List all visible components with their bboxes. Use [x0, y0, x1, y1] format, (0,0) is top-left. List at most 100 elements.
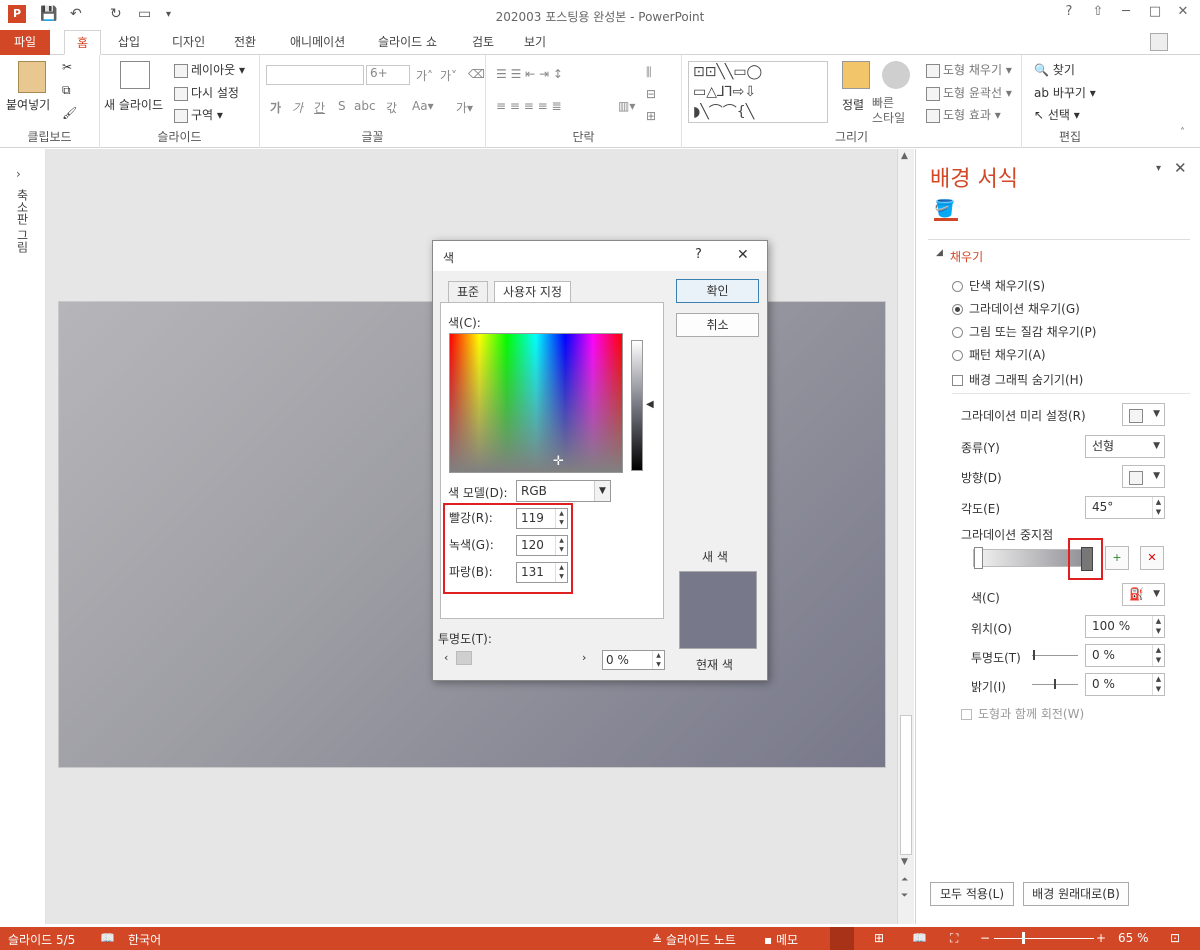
dialog-close-button[interactable]: ✕: [737, 247, 749, 263]
green-input[interactable]: 120 ▲ ▼: [516, 535, 568, 556]
apply-all-button[interactable]: 모두 적용(L): [930, 882, 1014, 906]
new-slide-icon[interactable]: [120, 61, 150, 89]
spinner-icon[interactable]: ▲ ▼: [1152, 645, 1164, 666]
smartart-icon[interactable]: ⊞: [646, 109, 656, 123]
direction-dropdown[interactable]: ▼: [1122, 465, 1165, 488]
thumbnail-strip[interactable]: › 축소판 그림: [0, 149, 46, 924]
pane-scroll-area[interactable]: [1182, 167, 1192, 867]
bullets-icon[interactable]: ☰ ☰ ⇤ ⇥ ↕: [496, 67, 563, 81]
italic-icon[interactable]: 가: [292, 99, 303, 116]
zoom-slider[interactable]: [994, 938, 1094, 939]
font-size-dropdown[interactable]: 6+: [366, 65, 410, 85]
select-button[interactable]: ↖ 선택 ▾: [1034, 106, 1080, 123]
tab-design[interactable]: 디자인: [160, 30, 217, 55]
tab-file[interactable]: 파일: [0, 30, 50, 55]
radio-gradient-fill[interactable]: 그라데이션 채우기(G): [952, 300, 1080, 317]
font-name-dropdown[interactable]: [266, 65, 364, 85]
help-button[interactable]: ?: [1057, 4, 1081, 24]
tab-home[interactable]: 홈: [64, 30, 102, 55]
type-dropdown[interactable]: 선형 ▼: [1085, 435, 1165, 458]
shape-outline-button[interactable]: 도형 윤곽선 ▾: [926, 84, 1012, 101]
comments-button[interactable]: ▪ 메모: [764, 931, 798, 948]
red-input[interactable]: 119 ▲ ▼: [516, 508, 568, 529]
next-slide-icon[interactable]: ⏷: [901, 891, 908, 901]
transparency-input[interactable]: 0 % ▲ ▼: [1085, 644, 1165, 667]
grow-font-icon[interactable]: 가˄: [416, 67, 433, 84]
spacing-icon[interactable]: 갃: [386, 99, 397, 116]
pane-options-icon[interactable]: ▾: [1156, 163, 1161, 174]
shapes-gallery[interactable]: ⊡⊡╲╲▭◯ ▭△⅃⅂⇨⇩ ◗╲⌒⌒{╲: [688, 61, 828, 123]
tab-insert[interactable]: 삽입: [106, 30, 152, 55]
collapse-ribbon-icon[interactable]: ˄: [1180, 127, 1185, 138]
slide-sorter-icon[interactable]: ⊞: [874, 931, 884, 945]
paste-icon[interactable]: [18, 61, 46, 93]
gradient-stop-start[interactable]: [974, 547, 983, 569]
position-input[interactable]: 100 % ▲ ▼: [1085, 615, 1165, 638]
color-dropdown[interactable]: ⛽ ▼: [1122, 583, 1165, 606]
expand-thumbnails-icon[interactable]: ›: [16, 167, 21, 181]
prev-slide-icon[interactable]: ⏶: [901, 875, 908, 885]
font-color-icon[interactable]: 가▾: [456, 99, 473, 116]
underline-icon[interactable]: 간: [314, 99, 325, 116]
rotate-with-shape-checkbox[interactable]: 도형과 함께 회전(W): [961, 705, 1084, 722]
dialog-transparency-thumb[interactable]: [456, 651, 472, 665]
find-button[interactable]: 🔍 찾기: [1034, 61, 1075, 78]
spelling-icon[interactable]: 📖: [100, 931, 115, 945]
format-painter-icon[interactable]: 🖌: [62, 106, 77, 120]
brightness-slider-thumb[interactable]: [1054, 679, 1056, 689]
angle-input[interactable]: 45° ▲ ▼: [1085, 496, 1165, 519]
transparency-slider-thumb[interactable]: [1033, 650, 1035, 660]
spinner-icon[interactable]: ▲ ▼: [1152, 497, 1164, 518]
paste-button[interactable]: 붙여넣기: [6, 96, 50, 113]
shape-fill-button[interactable]: 도형 채우기 ▾: [926, 61, 1012, 78]
align-text-icon[interactable]: ⊟: [646, 87, 656, 101]
remove-stop-icon[interactable]: ✕: [1140, 546, 1164, 570]
bold-icon[interactable]: 가: [270, 99, 281, 116]
clear-format-icon[interactable]: ⌫: [468, 67, 485, 81]
spinner-icon[interactable]: ▲ ▼: [652, 651, 664, 669]
shadow-icon[interactable]: S: [338, 99, 346, 113]
brightness-input[interactable]: 0 % ▲ ▼: [1085, 673, 1165, 696]
radio-pattern-fill[interactable]: 패턴 채우기(A): [952, 346, 1046, 363]
color-crosshair-icon[interactable]: ✛: [553, 454, 564, 469]
section-collapse-icon[interactable]: ◢: [936, 248, 943, 258]
cancel-button[interactable]: 취소: [676, 313, 759, 337]
columns-icon[interactable]: ▥▾: [618, 99, 635, 113]
reading-view-icon[interactable]: 📖: [912, 931, 927, 945]
add-stop-icon[interactable]: +: [1105, 546, 1129, 570]
dialog-help-button[interactable]: ?: [695, 247, 702, 262]
zoom-slider-thumb[interactable]: [1022, 932, 1025, 944]
preset-dropdown[interactable]: ▼: [1122, 403, 1165, 426]
tab-slideshow[interactable]: 슬라이드 쇼: [366, 30, 449, 55]
account-avatar[interactable]: [1150, 33, 1168, 51]
spinner-icon[interactable]: ▲ ▼: [555, 509, 567, 528]
slider-left-icon[interactable]: ‹: [444, 651, 448, 664]
ok-button[interactable]: 확인: [676, 279, 759, 303]
normal-view-icon[interactable]: [830, 927, 854, 950]
color-model-select[interactable]: RGB ▼: [516, 480, 611, 502]
slideshow-icon[interactable]: ⛶: [950, 931, 958, 946]
quick-styles-button[interactable]: 빠른 스타일: [872, 96, 905, 126]
quick-styles-icon[interactable]: [882, 61, 910, 89]
replace-button[interactable]: ab 바꾸기 ▾: [1034, 84, 1096, 101]
copy-icon[interactable]: ⧉: [62, 83, 71, 98]
text-direction-icon[interactable]: ⫼: [646, 65, 652, 80]
slider-right-icon[interactable]: ›: [582, 651, 586, 664]
section-fill-heading[interactable]: 채우기: [950, 248, 983, 265]
spinner-icon[interactable]: ▲ ▼: [1152, 616, 1164, 637]
scroll-down-icon[interactable]: ▼: [901, 857, 908, 867]
arrange-icon[interactable]: [842, 61, 870, 89]
fit-to-window-icon[interactable]: ⊡: [1170, 931, 1180, 945]
strikethrough-icon[interactable]: abc: [354, 99, 376, 113]
hide-graphics-checkbox[interactable]: 배경 그래픽 숨기기(H): [952, 371, 1083, 388]
language-indicator[interactable]: 한국어: [128, 931, 161, 948]
blue-input[interactable]: 131 ▲ ▼: [516, 562, 568, 583]
luminance-bar[interactable]: [631, 340, 643, 471]
reset-button[interactable]: 다시 설정: [174, 84, 239, 101]
maximize-button[interactable]: □: [1143, 4, 1167, 24]
zoom-in-icon[interactable]: +: [1096, 931, 1106, 945]
tab-animations[interactable]: 애니메이션: [278, 30, 357, 55]
change-case-icon[interactable]: Aa▾: [412, 99, 434, 113]
align-icons[interactable]: ≡ ≡ ≡ ≡ ≣: [496, 99, 562, 113]
minimize-button[interactable]: ─: [1114, 4, 1138, 24]
